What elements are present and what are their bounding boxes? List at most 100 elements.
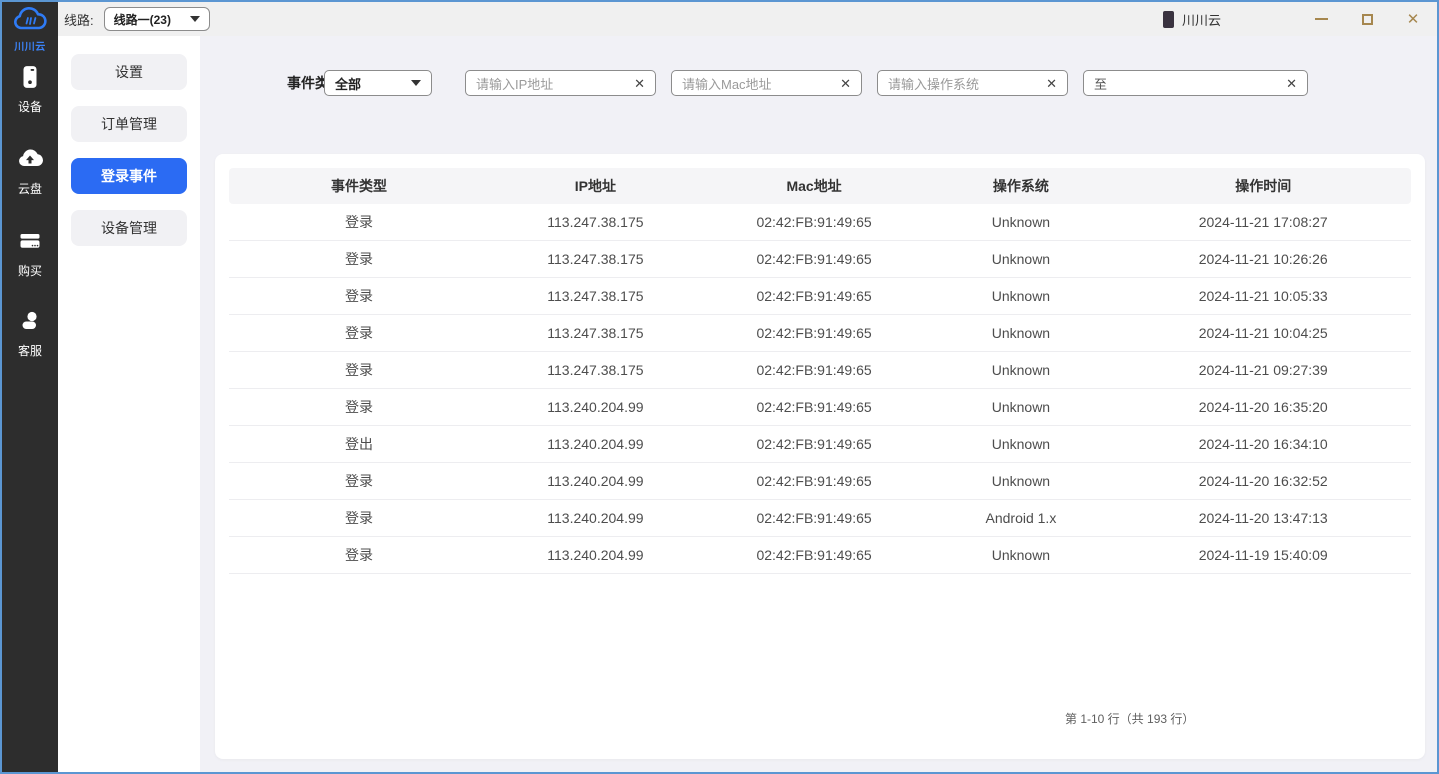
sidebar-item-label: 云盘 (2, 180, 58, 197)
event-type-select[interactable]: 全部 (324, 70, 432, 96)
cell-ip-address: 113.240.204.99 (489, 473, 702, 489)
clear-icon[interactable]: ✕ (840, 77, 851, 90)
table-row: 登出 113.240.204.99 02:42:FB:91:49:65 Unkn… (229, 426, 1411, 463)
column-header: 操作系统 (926, 176, 1115, 196)
app-logo: 川川云 (2, 2, 58, 53)
column-header: 操作时间 (1115, 176, 1411, 196)
cell-os: Unknown (926, 436, 1115, 452)
cell-event-type: 登录 (229, 545, 489, 565)
table-row: 登录 113.240.204.99 02:42:FB:91:49:65 Unkn… (229, 537, 1411, 574)
cell-time: 2024-11-21 10:26:26 (1115, 251, 1411, 267)
cell-event-type: 登录 (229, 360, 489, 380)
cell-event-type: 登录 (229, 323, 489, 343)
cell-event-type: 登出 (229, 434, 489, 454)
cell-event-type: 登录 (229, 471, 489, 491)
cloud-disk-icon (17, 146, 43, 172)
submenu-item-login-events[interactable]: 登录事件 (71, 158, 187, 194)
cell-time: 2024-11-20 13:47:13 (1115, 510, 1411, 526)
submenu-item-settings[interactable]: 设置 (71, 54, 187, 90)
cell-event-type: 登录 (229, 508, 489, 528)
date-placeholder: 至 (1094, 74, 1107, 93)
cell-mac-address: 02:42:FB:91:49:65 (702, 214, 927, 230)
cell-event-type: 登录 (229, 397, 489, 417)
maximize-icon (1362, 14, 1373, 25)
cell-time: 2024-11-20 16:35:20 (1115, 399, 1411, 415)
close-button[interactable]: ✕ (1403, 9, 1423, 29)
sidebar-item-label: 购买 (2, 262, 58, 279)
cell-ip-address: 113.240.204.99 (489, 510, 702, 526)
sub-navigation: 设置 订单管理 登录事件 设备管理 (58, 36, 200, 772)
column-header: 事件类型 (229, 176, 489, 196)
cell-mac-address: 02:42:FB:91:49:65 (702, 473, 927, 489)
clear-icon[interactable]: ✕ (634, 77, 645, 90)
os-filter-input[interactable]: 请输入操作系统 ✕ (877, 70, 1068, 96)
submenu-item-orders[interactable]: 订单管理 (71, 106, 187, 142)
cell-mac-address: 02:42:FB:91:49:65 (702, 399, 927, 415)
table-row: 登录 113.247.38.175 02:42:FB:91:49:65 Unkn… (229, 241, 1411, 278)
purchase-icon (17, 228, 43, 254)
window-title: 川川云 (1182, 10, 1221, 29)
line-select[interactable]: 线路一(23) (104, 7, 210, 31)
cloud-logo-icon (12, 6, 48, 32)
ip-placeholder: 请输入IP地址 (476, 74, 553, 93)
cell-ip-address: 113.240.204.99 (489, 547, 702, 563)
events-table-card: 事件类型 IP地址 Mac地址 操作系统 操作时间 登录 113.247.38.… (215, 154, 1425, 759)
cell-time: 2024-11-21 10:05:33 (1115, 288, 1411, 304)
maximize-button[interactable] (1357, 9, 1377, 29)
sidebar-item-devices[interactable]: 设备 (2, 64, 58, 115)
cell-event-type: 登录 (229, 249, 489, 269)
table-row: 登录 113.247.38.175 02:42:FB:91:49:65 Unkn… (229, 278, 1411, 315)
app-window: 川川云 设备 云盘 购买 (0, 0, 1439, 774)
chevron-down-icon (190, 16, 200, 22)
clear-icon[interactable]: ✕ (1286, 77, 1297, 90)
table-row: 登录 113.247.38.175 02:42:FB:91:49:65 Unkn… (229, 204, 1411, 241)
main-content: 事件类型 全部 请输入IP地址 ✕ 请输入Mac地址 ✕ 请输入操作系统 ✕ 至… (200, 36, 1437, 772)
cell-os: Unknown (926, 288, 1115, 304)
close-icon: ✕ (1407, 12, 1420, 27)
cell-event-type: 登录 (229, 212, 489, 232)
cell-event-type: 登录 (229, 286, 489, 306)
sidebar-item-label: 设备 (2, 98, 58, 115)
cell-mac-address: 02:42:FB:91:49:65 (702, 362, 927, 378)
cell-os: Unknown (926, 251, 1115, 267)
sidebar-item-support[interactable]: 客服 (2, 308, 58, 359)
clear-icon[interactable]: ✕ (1046, 77, 1057, 90)
column-header: Mac地址 (702, 176, 927, 196)
ip-filter-input[interactable]: 请输入IP地址 ✕ (465, 70, 656, 96)
date-range-input[interactable]: 至 ✕ (1083, 70, 1308, 96)
table-header-row: 事件类型 IP地址 Mac地址 操作系统 操作时间 (229, 168, 1411, 204)
cell-mac-address: 02:42:FB:91:49:65 (702, 251, 927, 267)
line-label: 线路: (64, 10, 94, 29)
table-row: 登录 113.240.204.99 02:42:FB:91:49:65 Unkn… (229, 389, 1411, 426)
pagination-status: 第 1-10 行（共 193 行） (1065, 710, 1194, 727)
cell-os: Unknown (926, 325, 1115, 341)
minimize-icon (1315, 18, 1328, 20)
cell-ip-address: 113.247.38.175 (489, 251, 702, 267)
support-icon (17, 308, 43, 334)
table-row: 登录 113.247.38.175 02:42:FB:91:49:65 Unkn… (229, 352, 1411, 389)
cell-ip-address: 113.247.38.175 (489, 362, 702, 378)
cell-time: 2024-11-20 16:34:10 (1115, 436, 1411, 452)
device-icon (17, 64, 43, 90)
chevron-down-icon (411, 80, 421, 86)
cell-ip-address: 113.240.204.99 (489, 399, 702, 415)
mac-filter-input[interactable]: 请输入Mac地址 ✕ (671, 70, 862, 96)
cell-os: Unknown (926, 399, 1115, 415)
sidebar-item-cloud-disk[interactable]: 云盘 (2, 146, 58, 197)
sidebar-item-purchase[interactable]: 购买 (2, 228, 58, 279)
minimize-button[interactable] (1311, 9, 1331, 29)
cell-time: 2024-11-20 16:32:52 (1115, 473, 1411, 489)
cell-os: Unknown (926, 362, 1115, 378)
table-row: 登录 113.240.204.99 02:42:FB:91:49:65 Andr… (229, 500, 1411, 537)
column-header: IP地址 (489, 176, 702, 196)
cell-ip-address: 113.247.38.175 (489, 325, 702, 341)
cell-time: 2024-11-21 09:27:39 (1115, 362, 1411, 378)
table-body: 登录 113.247.38.175 02:42:FB:91:49:65 Unkn… (229, 204, 1411, 574)
sidebar-item-label: 客服 (2, 342, 58, 359)
cell-ip-address: 113.247.38.175 (489, 288, 702, 304)
line-select-value: 线路一(23) (114, 11, 171, 28)
cell-os: Unknown (926, 473, 1115, 489)
cell-mac-address: 02:42:FB:91:49:65 (702, 288, 927, 304)
submenu-item-device-management[interactable]: 设备管理 (71, 210, 187, 246)
cell-mac-address: 02:42:FB:91:49:65 (702, 547, 927, 563)
